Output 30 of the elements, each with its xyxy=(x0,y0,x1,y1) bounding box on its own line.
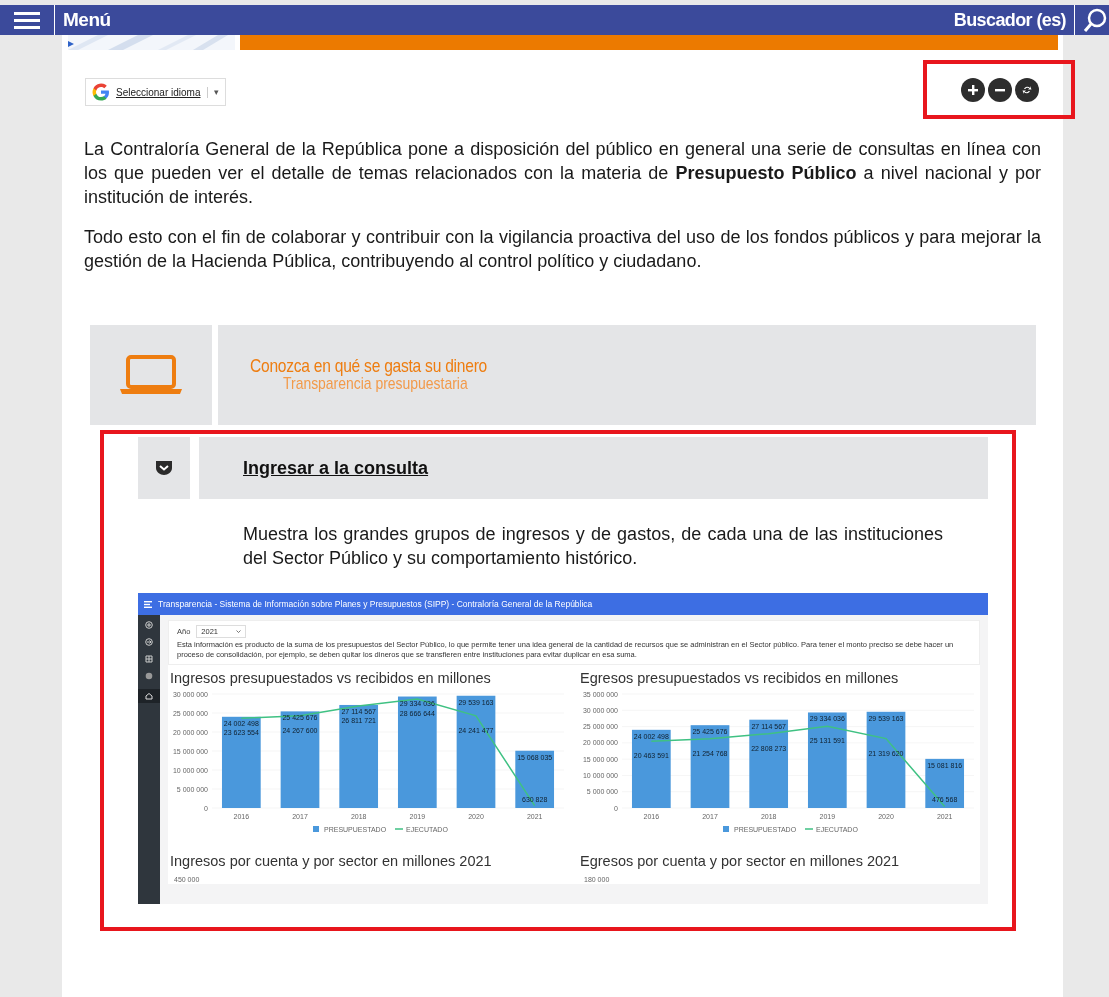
consulta-description: Muestra los grandes grupos de ingresos y de gastos, de cada una de las instituciones del Sector Público y su comportamiento histórico. xyxy=(243,523,943,570)
zoom-out-button[interactable] xyxy=(988,77,1012,102)
laptop-icon xyxy=(120,355,182,395)
arrow-circle-icon[interactable] xyxy=(145,638,153,646)
zoom-in-button[interactable] xyxy=(961,77,985,102)
chart-title: Ingresos por cuenta y por sector en millones 2021 xyxy=(169,852,493,871)
consulta-link[interactable]: Ingresar a la consulta xyxy=(243,457,429,479)
menu-icon xyxy=(144,600,152,608)
intro-paragraph: Todo esto con el fin de colaborar y contribuir con la vigilancia proactiva del uso de los fondos públicos y para mejorar la gestión de la Hacienda Pública, contribuyendo al control político y ciudadano. xyxy=(84,226,1041,273)
chevron-down-icon xyxy=(236,630,242,633)
chevron-badge-icon xyxy=(155,460,173,476)
google-icon xyxy=(92,83,110,101)
dot-icon[interactable] xyxy=(145,672,153,680)
language-selector[interactable]: Seleccionar idioma ▾ xyxy=(85,78,226,106)
bar xyxy=(515,750,555,808)
intro-paragraph: La Contraloría General de la República pone a disposición del público en general una serie de consultas en línea con los que pueden ver el detalle de temas relacionados con la materia de Presupuesto Público a nivel nacional y por institución de interés. xyxy=(84,138,1041,209)
section-title: Conozca en qué se gasta su dinero xyxy=(250,357,488,375)
chart-title: Egresos presupuestados vs recibidos en millones xyxy=(579,669,900,688)
search-icon xyxy=(1083,7,1109,33)
section-subtitle: Transparencia presupuestaria xyxy=(283,375,469,393)
menu-icon xyxy=(14,11,40,29)
chart-title: Ingresos presupuestados vs recibidos en millones xyxy=(169,669,492,688)
grid-icon[interactable] xyxy=(145,655,153,663)
building-icon[interactable] xyxy=(145,692,153,700)
reset-button[interactable] xyxy=(1015,77,1039,102)
bar xyxy=(925,758,965,808)
plus-circle-icon[interactable] xyxy=(145,621,153,629)
plus-icon xyxy=(967,83,979,96)
app-title-bar: Transparencia - Sistema de Información sobre Planes y Presupuestos (SIPP) - Contraloría General de la República xyxy=(138,593,988,615)
chart-title: Egresos por cuenta y por sector en millones 2021 xyxy=(579,852,901,871)
